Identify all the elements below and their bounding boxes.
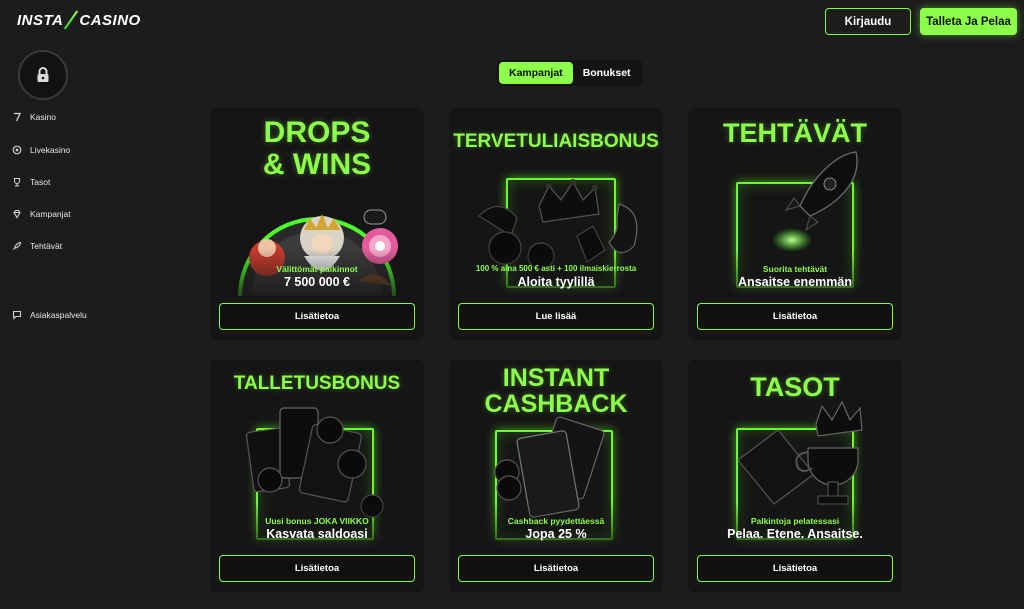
sidebar-item-kasino[interactable]: Kasino (12, 112, 56, 122)
diamond-icon (12, 209, 22, 219)
sidebar-item-label: Kasino (30, 112, 56, 122)
promo-card-drops-wins[interactable]: DROPS & WINS Välittömät palkinnot 7 500 … (210, 108, 424, 340)
card-more-info-button[interactable]: Lisätietoa (219, 303, 415, 330)
promo-tabs: Kampanjat Bonukset (497, 60, 643, 86)
logo-text-insta: INSTA (17, 11, 64, 29)
sidebar-item-label: Livekasino (30, 145, 71, 155)
card-headline: Kasvata saldoasi (266, 527, 368, 541)
card-more-info-button[interactable]: Lisätietoa (458, 555, 654, 582)
promo-card-levels[interactable]: TASOT Palkintoja pelatessasi Pelaa. Eten… (688, 360, 902, 592)
logo-slash-icon (64, 11, 78, 29)
card-title: DROPS & WINS (262, 116, 372, 181)
card-headline: Aloita tyylillä (517, 275, 595, 289)
card-subtitle: Cashback pyydettäessä (507, 516, 605, 526)
card-read-more-button[interactable]: Lue lisää (458, 303, 654, 330)
promo-card-quests[interactable]: TEHTÄVÄT Suorita tehtävät Ansaitse enemm… (688, 108, 902, 340)
card-more-info-button[interactable]: Lisätietoa (697, 555, 893, 582)
card-subtitle: Välittömät palkinnot (276, 264, 358, 274)
card-more-info-button[interactable]: Lisätietoa (219, 555, 415, 582)
card-title: TASOT (750, 372, 840, 402)
seven-icon (12, 112, 22, 122)
sidebar-item-asiakaspalvelu[interactable]: Asiakaspalvelu (12, 310, 87, 320)
sidebar-item-tasot[interactable]: Tasot (12, 177, 50, 187)
sidebar-item-livekasino[interactable]: Livekasino (12, 145, 70, 155)
chip-icon (12, 145, 22, 155)
card-subtitle: 100 % aina 500 € asti + 100 ilmaiskierro… (475, 264, 637, 273)
card-title: TALLETUSBONUS (233, 373, 401, 394)
sidebar-item-kampanjat[interactable]: Kampanjat (12, 209, 71, 219)
sidebar-item-tehtavat[interactable]: Tehtävät (12, 241, 62, 251)
chat-icon (12, 310, 22, 320)
tab-bonukset[interactable]: Bonukset (573, 62, 641, 84)
rocket-icon (12, 241, 22, 251)
card-headline: Ansaitse enemmän (738, 275, 852, 289)
promo-card-welcome-bonus[interactable]: TERVETULIAISBONUS 100 % aina 500 € asti … (449, 108, 663, 340)
card-title: TEHTÄVÄT (723, 118, 867, 148)
lock-icon (37, 67, 49, 82)
sidebar-item-label: Tasot (30, 177, 51, 187)
account-lock-button[interactable] (18, 50, 68, 100)
deposit-and-play-button[interactable]: Talleta Ja Pelaa (920, 8, 1017, 35)
login-button[interactable]: Kirjaudu (825, 8, 911, 35)
sidebar-item-label: Asiakaspalvelu (30, 310, 87, 320)
promo-card-deposit-bonus[interactable]: TALLETUSBONUS Uusi bonus JOKA VIIKKO Kas… (210, 360, 424, 592)
insta-casino-logo[interactable]: INSTA CASINO (17, 11, 141, 29)
card-subtitle: Suorita tehtävät (762, 264, 828, 274)
sidebar-item-label: Tehtävät (30, 241, 63, 251)
card-headline: Pelaa. Etene. Ansaitse. (727, 527, 863, 541)
card-subtitle: Uusi bonus JOKA VIIKKO (265, 516, 369, 526)
card-headline: Jopa 25 % (525, 527, 587, 541)
card-title: INSTANT CASHBACK (484, 364, 628, 418)
card-title: TERVETULIAISBONUS (453, 131, 659, 152)
rocket-artwork (772, 151, 858, 252)
sidebar-item-label: Kampanjat (30, 209, 71, 219)
card-more-info-button[interactable]: Lisätietoa (697, 303, 893, 330)
promo-card-instant-cashback[interactable]: INSTANT CASHBACK Cashback pyydettäessä J… (449, 360, 663, 592)
trophy-icon (12, 177, 22, 187)
card-subtitle: Palkintoja pelatessasi (750, 516, 840, 526)
tab-kampanjat[interactable]: Kampanjat (499, 62, 573, 84)
card-headline: 7 500 000 € (283, 275, 351, 289)
logo-text-casino: CASINO (79, 11, 141, 29)
